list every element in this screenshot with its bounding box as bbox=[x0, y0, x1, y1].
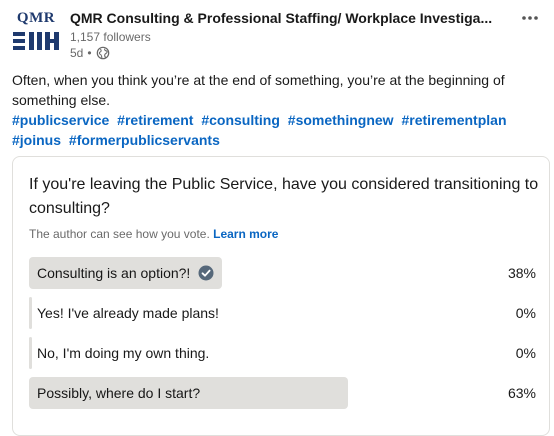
poll-option[interactable]: Consulting is an option?! 38% bbox=[29, 257, 536, 289]
author-name[interactable]: QMR Consulting & Professional Staffing/ … bbox=[70, 10, 492, 26]
poll-option[interactable]: Possibly, where do I start? 63% bbox=[29, 377, 536, 409]
poll-option-percent: 63% bbox=[507, 385, 536, 401]
post-timestamp: 5d bbox=[70, 46, 84, 60]
hashtag-link[interactable]: #joinus bbox=[12, 132, 61, 148]
logo-mark-icon bbox=[13, 32, 59, 50]
poll-option-bar bbox=[29, 337, 32, 369]
selected-check-icon bbox=[198, 265, 214, 281]
globe-icon bbox=[96, 46, 109, 60]
hashtag-link[interactable]: #retirementplan bbox=[401, 112, 506, 128]
hashtag-link[interactable]: #consulting bbox=[201, 112, 280, 128]
follower-count: 1,157 followers bbox=[70, 30, 151, 44]
post-menu-button[interactable] bbox=[518, 6, 542, 30]
post-meta: 5d • bbox=[70, 46, 110, 60]
logo-text: QMR bbox=[16, 10, 56, 26]
more-horizontal-icon bbox=[522, 16, 538, 20]
hashtag-link[interactable]: #retirement bbox=[117, 112, 193, 128]
poll-option-label: No, I'm doing my own thing. bbox=[37, 345, 210, 361]
poll-option-label: Possibly, where do I start? bbox=[37, 385, 201, 401]
hashtag-list: #publicservice #retirement #consulting #… bbox=[12, 110, 542, 150]
learn-more-link[interactable]: Learn more bbox=[213, 227, 278, 241]
poll-card: If you're leaving the Public Service, ha… bbox=[12, 156, 550, 436]
meta-separator: • bbox=[87, 46, 92, 60]
poll-question: If you're leaving the Public Service, ha… bbox=[29, 176, 539, 217]
poll-visibility-note: The author can see how you vote. Learn m… bbox=[29, 227, 278, 241]
company-logo[interactable]: QMR bbox=[12, 10, 60, 58]
poll-note-text: The author can see how you vote. bbox=[29, 227, 210, 241]
poll-option-percent: 0% bbox=[515, 345, 536, 361]
poll-option[interactable]: No, I'm doing my own thing. 0% bbox=[29, 337, 536, 369]
hashtag-link[interactable]: #somethingnew bbox=[288, 112, 394, 128]
poll-option-label: Yes! I've already made plans! bbox=[37, 305, 219, 321]
poll-option-percent: 0% bbox=[515, 305, 536, 321]
poll-option-percent: 38% bbox=[507, 265, 536, 281]
hashtag-link[interactable]: #formerpublicservants bbox=[69, 132, 220, 148]
poll-option-bar bbox=[29, 297, 32, 329]
post-body-text: Often, when you think you’re at the end … bbox=[12, 72, 505, 108]
poll-option-label: Consulting is an option?! bbox=[37, 265, 191, 281]
post-header: QMR QMR Consulting & Professional Staffi… bbox=[12, 6, 542, 62]
hashtag-link[interactable]: #publicservice bbox=[12, 112, 109, 128]
poll-option[interactable]: Yes! I've already made plans! 0% bbox=[29, 297, 536, 329]
